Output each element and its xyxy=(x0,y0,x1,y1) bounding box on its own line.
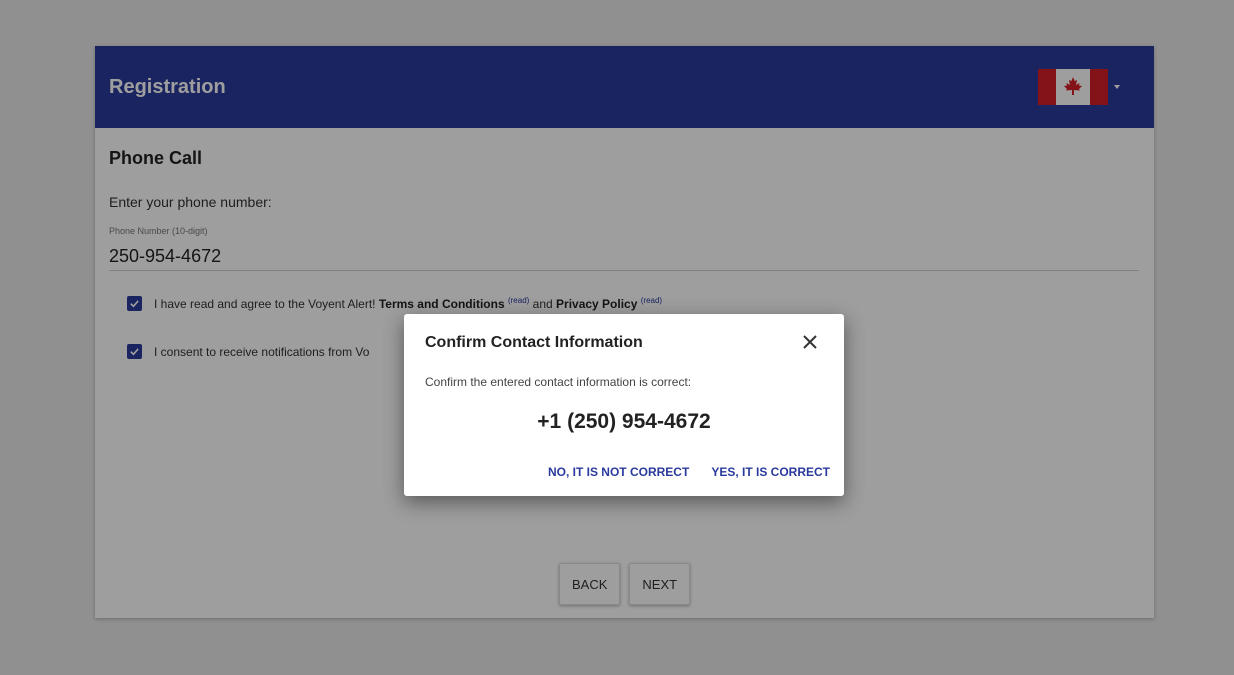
confirm-dialog: Confirm Contact Information Confirm the … xyxy=(404,314,844,496)
dialog-phone: +1 (250) 954-4672 xyxy=(537,410,711,433)
dialog-title: Confirm Contact Information xyxy=(425,334,643,351)
dialog-actions: NO, IT IS NOT CORRECT YES, IT IS CORRECT xyxy=(548,465,830,479)
close-icon[interactable] xyxy=(802,334,818,350)
correct-button[interactable]: YES, IT IS CORRECT xyxy=(711,465,830,479)
not-correct-button[interactable]: NO, IT IS NOT CORRECT xyxy=(548,465,689,479)
dialog-message: Confirm the entered contact information … xyxy=(425,375,692,389)
